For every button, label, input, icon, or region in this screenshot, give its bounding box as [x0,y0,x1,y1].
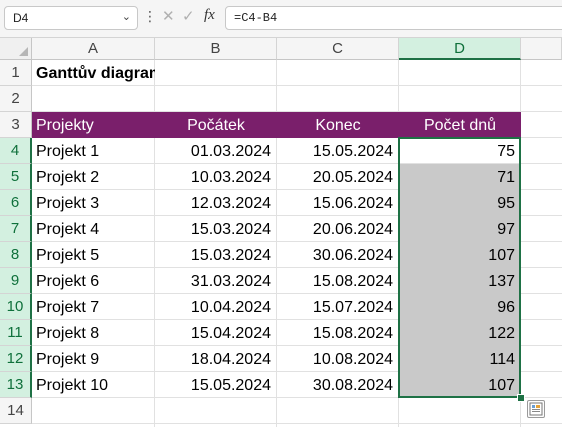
enter-icon[interactable]: ✓ [182,7,195,25]
table-header-cell[interactable]: Konec [277,112,399,138]
name-box-value: D4 [13,11,29,25]
table-cell[interactable]: Projekt 2 [32,164,155,190]
table-cell[interactable]: 10.04.2024 [155,294,277,320]
insert-function-icon[interactable]: fx [204,7,215,24]
table-cell[interactable]: 18.04.2024 [155,346,277,372]
table-cell[interactable]: Projekt 4 [32,216,155,242]
formula-value: =C4-B4 [234,11,278,25]
table-cell[interactable]: Projekt 1 [32,138,155,164]
table-cell[interactable]: Projekt 10 [32,372,155,398]
table-cell[interactable]: 15.06.2024 [277,190,399,216]
table-header-cell[interactable]: Projekty [32,112,155,138]
table-cell[interactable]: 30.08.2024 [277,372,399,398]
table-cell[interactable]: 15.07.2024 [277,294,399,320]
column-header-d[interactable]: D [399,38,521,60]
table-cell[interactable]: 10.08.2024 [277,346,399,372]
table-cell[interactable]: Projekt 3 [32,190,155,216]
row-header-4[interactable]: 4 [0,138,32,164]
row-header-5[interactable]: 5 [0,164,32,190]
row-header-6[interactable]: 6 [0,190,32,216]
row-header-12[interactable]: 12 [0,346,32,372]
column-header-c[interactable]: C [277,38,399,60]
table-cell[interactable]: 15.04.2024 [155,320,277,346]
row-header-7[interactable]: 7 [0,216,32,242]
fill-handle[interactable] [517,394,525,402]
select-all-button[interactable] [0,38,32,60]
formula-bar: D4 ⌄ ⋮ ✕ ✓ fx =C4-B4 [0,0,562,38]
table-header-cell[interactable]: Počátek [155,112,277,138]
row-header-2[interactable]: 2 [0,86,32,112]
table-cell[interactable]: 15.05.2024 [155,372,277,398]
table-cell[interactable]: Projekt 9 [32,346,155,372]
table-cell[interactable]: 20.05.2024 [277,164,399,190]
cancel-icon[interactable]: ✕ [162,7,175,25]
select-all-icon [19,47,28,56]
table-cell[interactable]: Projekt 5 [32,242,155,268]
name-box[interactable]: D4 ⌄ [4,6,138,30]
table-cell[interactable]: 12.03.2024 [155,190,277,216]
more-options-icon[interactable]: ⋮ [143,8,157,24]
row-header-11[interactable]: 11 [0,320,32,346]
table-cell[interactable]: 15.08.2024 [277,320,399,346]
table-cell[interactable]: 20.06.2024 [277,216,399,242]
row-header-13[interactable]: 13 [0,372,32,398]
table-cell[interactable]: 30.06.2024 [277,242,399,268]
chevron-down-icon[interactable]: ⌄ [122,10,131,23]
column-header-b[interactable]: B [155,38,277,60]
row-header-9[interactable]: 9 [0,268,32,294]
gridline-horizontal [32,423,562,424]
row-header-8[interactable]: 8 [0,242,32,268]
formula-input[interactable]: =C4-B4 [225,6,562,30]
table-cell[interactable]: Projekt 7 [32,294,155,320]
quick-analysis-icon[interactable] [527,400,545,418]
column-header[interactable] [521,38,562,60]
row-header-3[interactable]: 3 [0,112,32,138]
table-cell[interactable]: Projekt 8 [32,320,155,346]
column-header-a[interactable]: A [32,38,155,60]
row-header-10[interactable]: 10 [0,294,32,320]
selection-border [398,137,521,398]
table-cell[interactable]: Projekt 6 [32,268,155,294]
table-cell[interactable]: 15.03.2024 [155,242,277,268]
table-header-cell[interactable]: Počet dnů [399,112,521,138]
cell-a1-title[interactable]: Ganttův diagram [32,60,155,86]
table-cell[interactable]: 31.03.2024 [155,268,277,294]
row-header-14[interactable]: 14 [0,398,32,424]
table-cell[interactable]: 15.08.2024 [277,268,399,294]
table-cell[interactable]: 15.03.2024 [155,216,277,242]
table-cell[interactable]: 10.03.2024 [155,164,277,190]
table-cell[interactable]: 01.03.2024 [155,138,277,164]
spreadsheet-grid: ABCD 1 2 3 4 5 6 7 8 9 10 11 12 13 14 Ganttův diagram… [0,38,562,427]
table-cell[interactable]: 15.05.2024 [277,138,399,164]
row-header-1[interactable]: 1 [0,60,32,86]
